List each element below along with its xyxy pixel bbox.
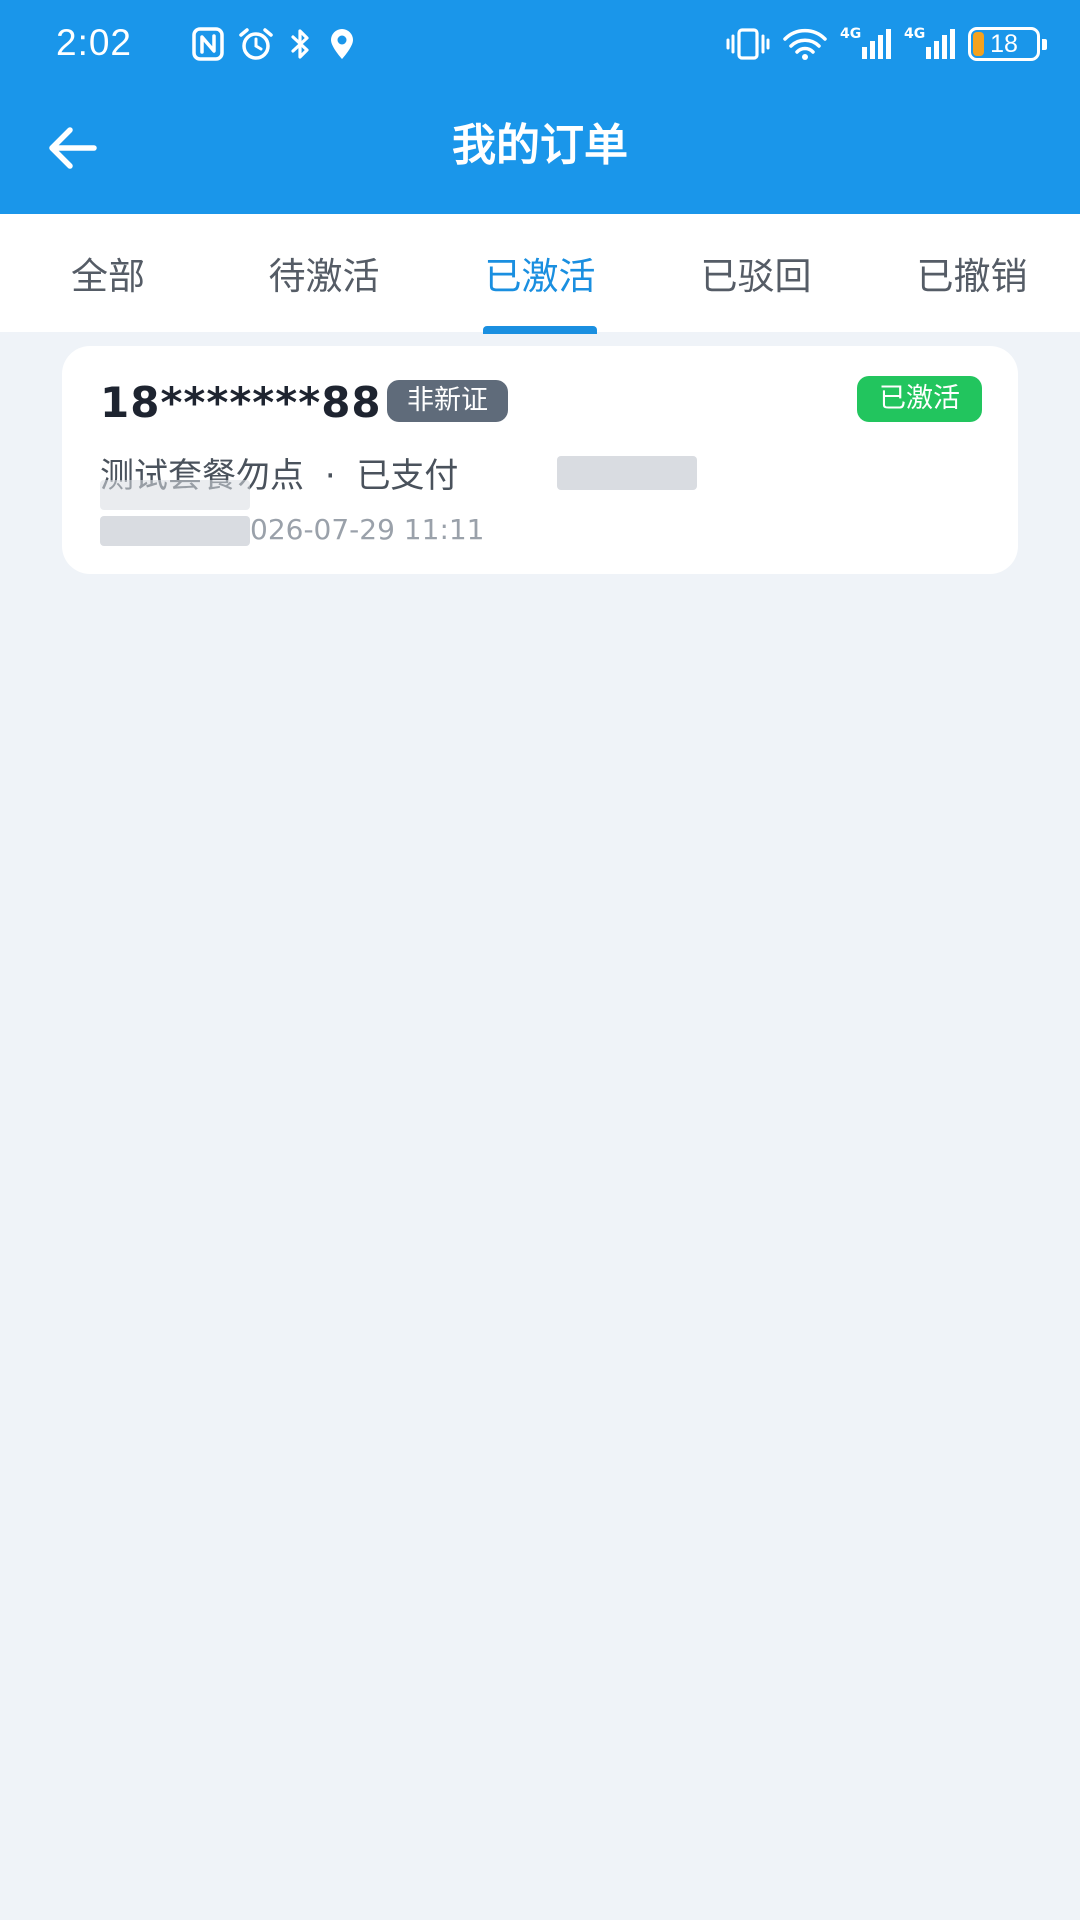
- status-right-icons: 4G 4G 18: [726, 24, 1047, 64]
- separator-dot: ·: [324, 456, 336, 496]
- location-icon: [331, 29, 353, 59]
- status-left-icons: [192, 26, 356, 62]
- vibrate-icon: [726, 28, 770, 60]
- order-phone-number: 18*******88: [100, 378, 382, 427]
- tab-activated[interactable]: 已激活: [432, 214, 648, 332]
- redacted-block: [557, 456, 697, 490]
- battery-icon: 18: [968, 27, 1047, 61]
- wifi-icon: [783, 28, 827, 60]
- order-card[interactable]: 18*******88 非新证 已激活 测试套餐勿点 · 已支付 026-07-…: [62, 346, 1018, 574]
- battery-nub: [1042, 39, 1047, 50]
- tab-rejected[interactable]: 已驳回: [648, 214, 864, 332]
- nav-bar: 我的订单: [0, 90, 1080, 214]
- cellular-signal-2: 4G: [904, 27, 956, 61]
- order-tabs: 全部 待激活 已激活 已驳回 已撤销: [0, 214, 1080, 334]
- nfc-icon: [192, 27, 224, 61]
- payment-status: 已支付: [356, 456, 459, 496]
- tab-revoked[interactable]: 已撤销: [864, 214, 1080, 332]
- page-title: 我的订单: [452, 120, 628, 171]
- app-header: 2:02 4G 4G 18 我的订单: [0, 0, 1080, 214]
- status-time: 2:02: [56, 22, 133, 63]
- status-badge: 已激活: [857, 376, 982, 422]
- cert-tag: 非新证: [387, 380, 508, 422]
- status-bar: 2:02 4G 4G 18: [0, 0, 1080, 90]
- battery-level-text: 18: [990, 30, 1018, 58]
- cellular-signal-1: 4G: [840, 27, 892, 61]
- signal-icon: [862, 29, 891, 59]
- active-tab-indicator: [483, 326, 597, 334]
- signal-icon: [926, 29, 955, 59]
- order-time-text: 026-07-29 11:11: [250, 513, 485, 546]
- bluetooth-icon: [291, 29, 309, 59]
- alarm-icon: [239, 28, 273, 60]
- order-time: 026-07-29 11:11: [100, 510, 485, 550]
- tab-pending-activation[interactable]: 待激活: [216, 214, 432, 332]
- redacted-block: [100, 480, 250, 510]
- tab-all[interactable]: 全部: [0, 214, 216, 332]
